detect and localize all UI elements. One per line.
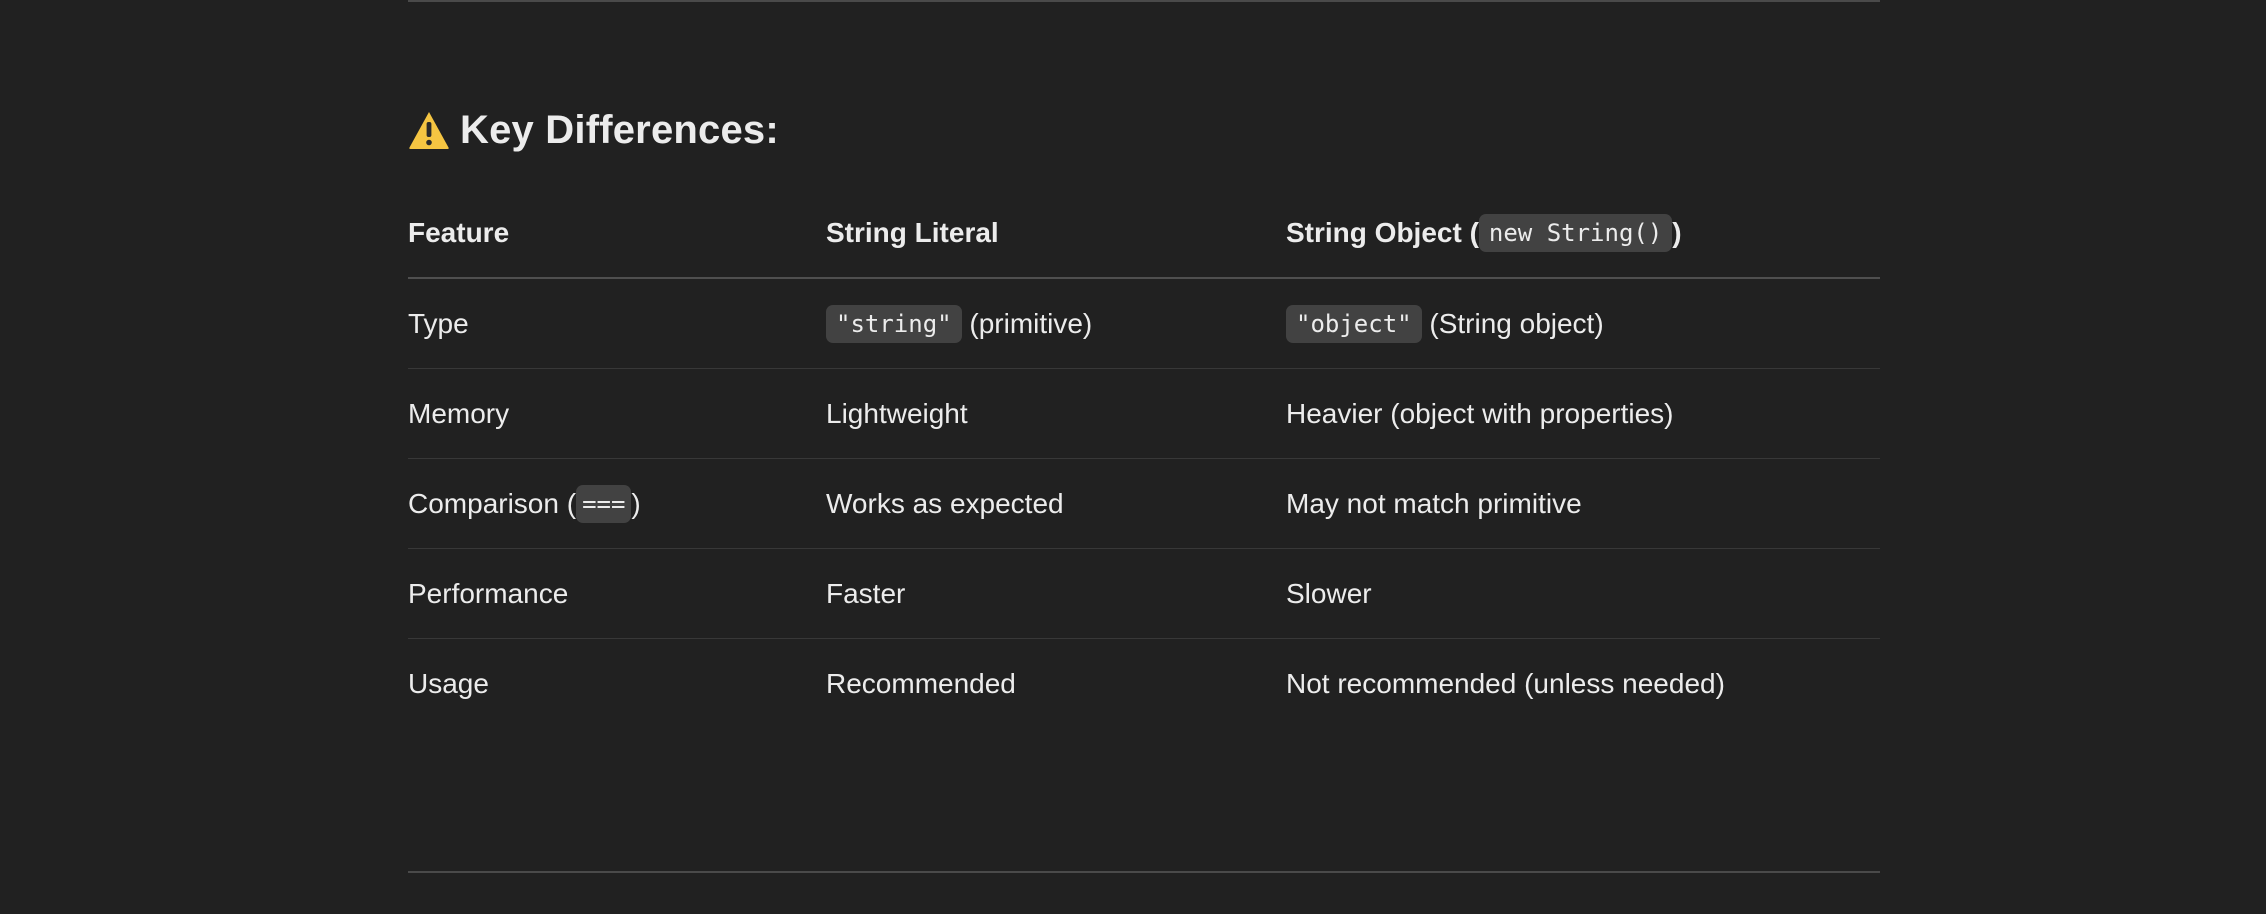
top-divider [408, 0, 1880, 2]
object-cell: May not match primitive [1286, 487, 1582, 519]
section-heading: Key Differences: [408, 104, 779, 156]
header-string-object: String Object ( new String() ) [1286, 213, 1880, 252]
header-feature: Feature [408, 216, 510, 248]
table-header-row: Feature String Literal String Object ( n… [408, 188, 1880, 279]
feature-cell: Performance [408, 577, 569, 609]
inline-code: new String() [1478, 213, 1673, 252]
literal-cell: Faster [826, 577, 906, 609]
literal-cell: Recommended [826, 668, 1016, 699]
literal-cell: Works as expected [826, 487, 1064, 519]
literal-note: (primitive) [961, 307, 1093, 339]
inline-code: === [576, 484, 632, 523]
feature-cell: Type [408, 307, 469, 339]
warning-icon [409, 112, 449, 149]
table-row: Comparison ( === ) Works as expected May… [408, 459, 1880, 549]
table-row: Usage Recommended Not recommended (unles… [408, 639, 1880, 729]
section-title: Key Differences: [460, 107, 779, 152]
literal-cell: Lightweight [826, 397, 968, 429]
inline-code: "string" [826, 304, 962, 343]
feature-prefix: Comparison ( [408, 487, 577, 519]
object-cell: Heavier (object with properties) [1286, 397, 1674, 429]
object-cell: Not recommended (unless needed) [1286, 668, 1725, 699]
object-cell: Slower [1286, 577, 1372, 609]
table-row: Type "string" (primitive) "object" (Stri… [408, 279, 1880, 369]
inline-code: "object" [1286, 304, 1422, 343]
object-cell: "object" (String object) [1286, 304, 1880, 343]
object-note: (String object) [1421, 307, 1604, 339]
literal-cell: "string" (primitive) [826, 304, 1286, 343]
feature-cell: Usage [408, 668, 489, 699]
feature-cell: Memory [408, 397, 510, 429]
bottom-divider [408, 871, 1880, 873]
feature-cell: Comparison ( === ) [408, 484, 826, 523]
table-row: Memory Lightweight Heavier (object with … [408, 369, 1880, 459]
feature-suffix: ) [631, 487, 641, 519]
header-object-prefix: String Object ( [1286, 216, 1479, 248]
table-row: Performance Faster Slower [408, 549, 1880, 639]
header-object-suffix: ) [1672, 216, 1682, 248]
header-string-literal: String Literal [826, 216, 999, 248]
comparison-table: Feature String Literal String Object ( n… [408, 188, 1880, 729]
